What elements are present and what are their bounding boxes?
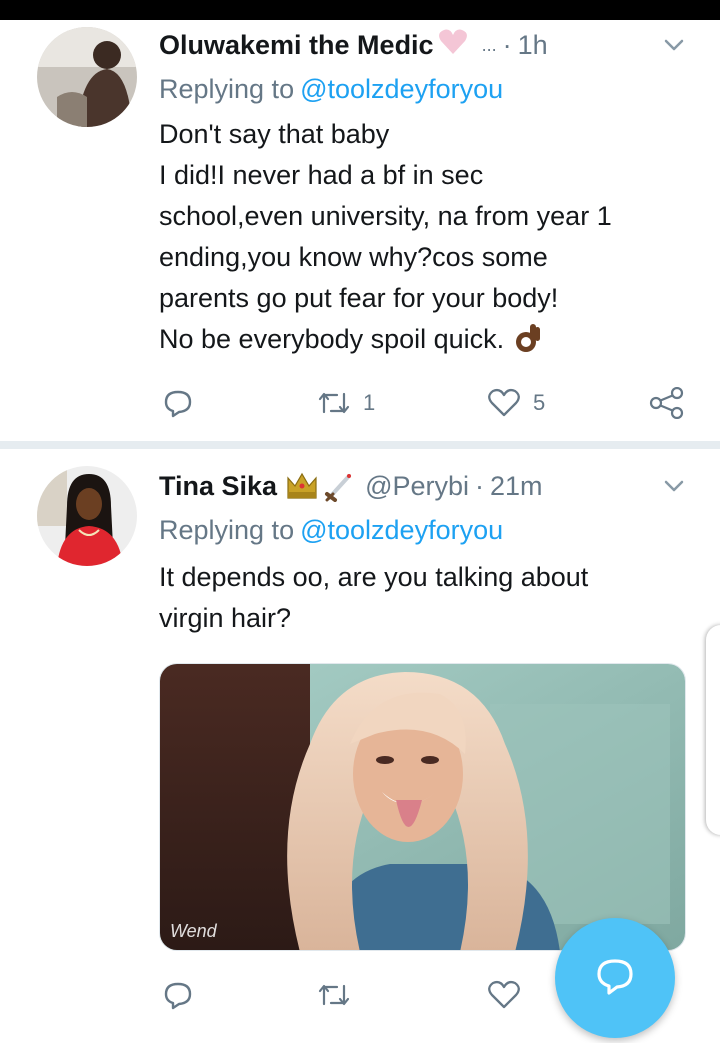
like-count: 5 (533, 390, 546, 415)
replying-to: Replying to @toolzdeyforyou (159, 74, 503, 105)
name-line: Oluwakemi the Medic ... · 1h (159, 27, 548, 63)
retweet-icon (317, 390, 351, 416)
text-line-content: No be everybody spoil quick. (159, 324, 505, 354)
compose-reply-icon (593, 954, 637, 1003)
tweet-text: It depends oo, are you talking about vir… (159, 557, 699, 639)
media-watermark: Wend (170, 921, 217, 941)
text-line: parents go put fear for your body! (159, 283, 559, 313)
avatar[interactable] (37, 466, 137, 566)
heart-icon (487, 388, 521, 418)
retweet-button[interactable] (317, 975, 363, 1015)
replying-to: Replying to @toolzdeyforyou (159, 515, 503, 546)
name-line: Tina Sika @Perybi · 21m (159, 468, 543, 504)
replying-prefix: Replying to (159, 515, 295, 545)
timestamp: 21m (490, 470, 543, 501)
retweet-count: 1 (363, 390, 376, 415)
display-name[interactable]: Oluwakemi the Medic (159, 30, 434, 61)
reply-icon (163, 980, 193, 1010)
crown-dagger-emoji-icon (285, 470, 357, 502)
tweet-text: Don't say that baby I did!I never had a … (159, 114, 699, 366)
display-name[interactable]: Tina Sika (159, 471, 277, 502)
separator: · (502, 29, 512, 60)
retweet-button[interactable]: 1 (317, 383, 375, 423)
heart-emoji-icon (438, 28, 468, 63)
share-icon (649, 387, 685, 419)
separator: · (475, 470, 485, 501)
replying-prefix: Replying to (159, 74, 295, 104)
avatar[interactable] (37, 27, 137, 127)
tweet-1[interactable]: Oluwakemi the Medic ... · 1h Replying to… (0, 0, 720, 440)
text-line-last: No be everybody spoil quick. (159, 319, 699, 366)
reply-button[interactable] (163, 975, 193, 1015)
mention-link[interactable]: @toolzdeyforyou (300, 74, 503, 104)
text-line: Don't say that baby (159, 119, 390, 149)
tweet-divider (0, 441, 720, 449)
text-line: It depends oo, are you talking about (159, 562, 589, 592)
handle[interactable]: @Perybi (365, 471, 469, 502)
media-gif[interactable]: Wend (159, 663, 686, 951)
share-button[interactable] (649, 383, 685, 423)
mention-link[interactable]: @toolzdeyforyou (300, 515, 503, 545)
heart-icon (487, 980, 521, 1010)
text-line: ending,you know why?cos some (159, 242, 548, 272)
compose-reply-button[interactable] (555, 918, 675, 1038)
chevron-down-icon[interactable] (662, 474, 686, 498)
tweet-actions: 1 5 (159, 383, 689, 423)
text-line: I did!I never had a bf in sec (159, 160, 484, 190)
like-button[interactable] (487, 975, 533, 1015)
edge-panel-handle[interactable] (706, 625, 720, 835)
like-button[interactable]: 5 (487, 383, 545, 423)
text-line: school,even university, na from year 1 (159, 201, 612, 231)
ok-hand-emoji-icon (514, 322, 542, 366)
reply-icon (163, 388, 193, 418)
reply-button[interactable] (163, 383, 193, 423)
handle: ... (481, 34, 497, 55)
text-line: virgin hair? (159, 603, 292, 633)
timestamp: 1h (517, 29, 548, 60)
chevron-down-icon[interactable] (662, 33, 686, 57)
retweet-icon (317, 982, 351, 1008)
